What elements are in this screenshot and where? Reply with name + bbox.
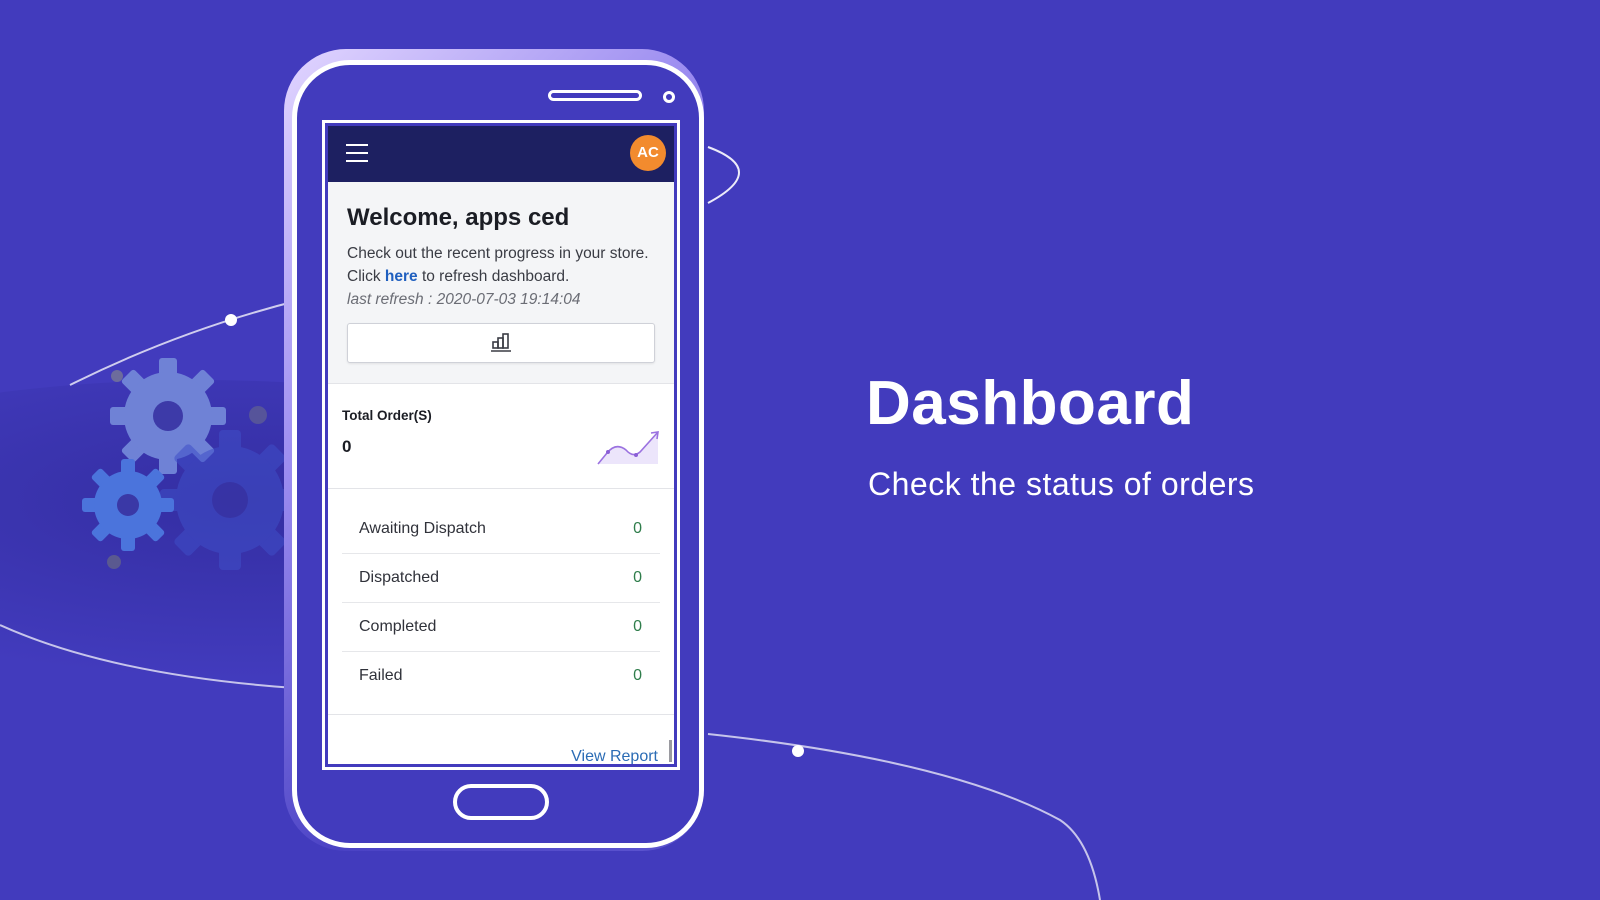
status-label: Completed [359, 618, 437, 635]
sphere [249, 406, 267, 424]
welcome-text-part: to refresh dashboard. [417, 268, 570, 285]
curve-dot [792, 745, 804, 757]
phone-speaker [548, 90, 642, 101]
status-count: 0 [633, 667, 642, 684]
status-row-dispatched[interactable]: Dispatched 0 [342, 554, 660, 603]
welcome-text: Check out the recent progress in your st… [347, 242, 655, 288]
hamburger-menu-icon[interactable] [346, 144, 368, 162]
gear-icon [82, 459, 174, 551]
app-topbar: AC [328, 126, 674, 182]
gear-icon [110, 358, 226, 474]
phone-home-button [453, 784, 549, 820]
hero-subtitle: Check the status of orders [868, 466, 1255, 502]
curve-right-top [707, 146, 740, 204]
welcome-panel: Welcome, apps ced Check out the recent p… [328, 182, 674, 384]
phone-screen: AC Welcome, apps ced Check out the recen… [322, 120, 680, 770]
status-label: Failed [359, 667, 403, 684]
bar-chart-icon [491, 333, 511, 352]
last-refresh-timestamp: last refresh : 2020-07-03 19:14:04 [347, 291, 581, 308]
status-row-failed[interactable]: Failed 0 [342, 652, 660, 700]
status-row-awaiting-dispatch[interactable]: Awaiting Dispatch 0 [342, 505, 660, 554]
welcome-heading: Welcome, apps ced [347, 204, 570, 231]
user-avatar[interactable]: AC [630, 135, 666, 171]
background [0, 0, 1600, 900]
sphere [111, 370, 123, 382]
status-label: Awaiting Dispatch [359, 520, 486, 537]
view-report-link[interactable]: View Report [571, 748, 658, 764]
view-chart-button[interactable] [347, 323, 655, 363]
status-label: Dispatched [359, 569, 440, 586]
decorative-curves [0, 146, 1101, 900]
refresh-link[interactable]: here [385, 268, 418, 285]
curve-left-upper [69, 299, 301, 386]
status-count: 0 [633, 520, 642, 537]
curve-dot [225, 314, 237, 326]
status-count: 0 [633, 569, 642, 586]
phone-camera [663, 91, 675, 103]
curve-left-lower [0, 624, 296, 689]
scrollbar[interactable] [669, 740, 672, 762]
status-count: 0 [633, 618, 642, 635]
total-orders-card: Total Order(S) 0 [328, 384, 674, 489]
trend-up-sparkline-icon [597, 431, 659, 465]
status-row-completed[interactable]: Completed 0 [342, 603, 660, 652]
curve-right-lower [707, 733, 1101, 900]
hero-title: Dashboard [866, 369, 1195, 438]
sphere [107, 555, 121, 569]
order-status-list: Awaiting Dispatch 0 Dispatched 0 Complet… [328, 489, 674, 715]
total-orders-value: 0 [342, 437, 352, 456]
app-screen: AC Welcome, apps ced Check out the recen… [325, 123, 677, 767]
total-orders-label: Total Order(S) [342, 408, 432, 423]
gear-icon [160, 430, 300, 570]
